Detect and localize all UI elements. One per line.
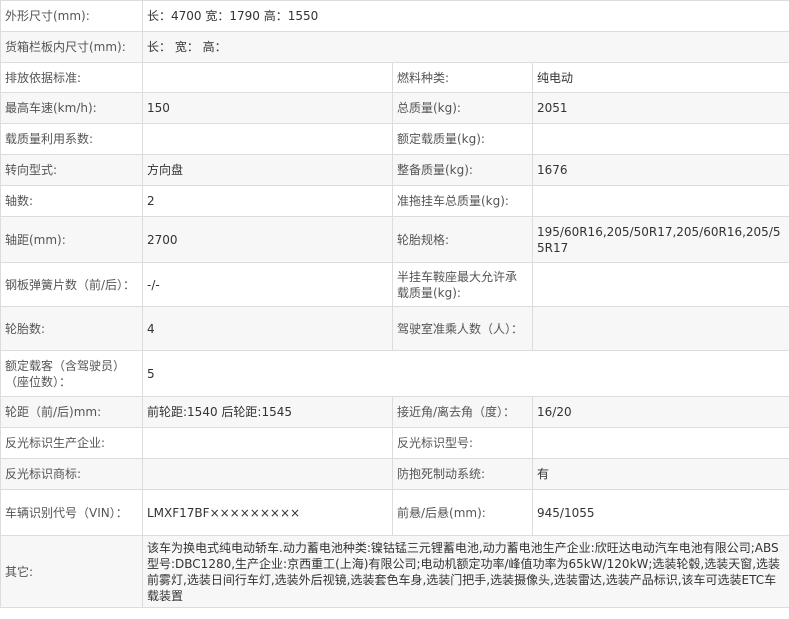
spec-row: 钢板弹簧片数（前/后）： -/- 半挂车鞍座最大允许承载质量(kg): (0, 262, 789, 307)
spec-value: 1676 (531, 154, 789, 186)
spec-value: 195/60R16,205/50R17,205/60R16,205/55R17 (531, 216, 789, 263)
spec-row: 最高车速(km/h): 150 总质量(kg): 2051 (0, 92, 789, 124)
spec-value (531, 306, 789, 351)
spec-label: 轮胎数: (0, 306, 143, 351)
spec-label: 整备质量(kg): (392, 154, 533, 186)
spec-label: 额定载客（含驾驶员）（座位数）： (0, 350, 143, 397)
spec-value (531, 262, 789, 307)
spec-value: 该车为换电式纯电动轿车.动力蓄电池种类:镍钴锰三元锂蓄电池,动力蓄电池生产企业:… (141, 535, 789, 608)
spec-label: 准拖挂车总质量(kg): (392, 185, 533, 217)
spec-label: 反光标识商标: (0, 458, 143, 490)
spec-value: 4 (142, 306, 393, 351)
spec-label: 半挂车鞍座最大允许承载质量(kg): (392, 262, 533, 307)
spec-value (531, 427, 789, 459)
spec-label: 接近角/离去角（度）： (392, 396, 533, 428)
spec-value: 方向盘 (142, 154, 393, 186)
spec-value (531, 123, 789, 155)
spec-value: 有 (531, 458, 789, 490)
spec-label: 载质量利用系数: (0, 123, 143, 155)
spec-value (142, 62, 393, 93)
spec-label: 反光标识型号: (392, 427, 533, 459)
spec-row-cargo-box: 货箱栏板内尺寸(mm): 长： 宽： 高： (0, 31, 789, 63)
spec-label: 额定载质量(kg): (392, 123, 533, 155)
spec-row: 排放依据标准: 燃料种类: 纯电动 (0, 62, 789, 93)
spec-label: 前悬/后悬(mm): (392, 489, 533, 536)
spec-label: 货箱栏板内尺寸(mm): (0, 31, 143, 63)
spec-label: 钢板弹簧片数（前/后）： (0, 262, 143, 307)
spec-value: 纯电动 (531, 62, 789, 93)
spec-row: 轴距(mm): 2700 轮胎规格: 195/60R16,205/50R17,2… (0, 216, 789, 263)
spec-value (142, 427, 393, 459)
spec-value (531, 185, 789, 217)
spec-row: 反光标识商标: 防抱死制动系统: 有 (0, 458, 789, 490)
spec-value: LMXF17BF××××××××× (142, 489, 393, 536)
spec-value: 2 (142, 185, 393, 217)
spec-row-dimensions: 外形尺寸(mm): 长：4700 宽：1790 高：1550 (0, 0, 789, 32)
spec-label: 总质量(kg): (392, 92, 533, 124)
spec-value: 945/1055 (531, 489, 789, 536)
spec-label: 轮距（前/后)mm: (0, 396, 143, 428)
spec-label: 驾驶室准乘人数（人）： (392, 306, 533, 351)
spec-value (142, 458, 393, 490)
spec-value: -/- (142, 262, 393, 307)
spec-label: 轮胎规格: (392, 216, 533, 263)
spec-row: 轮距（前/后)mm: 前轮距:1540 后轮距:1545 接近角/离去角（度）：… (0, 396, 789, 428)
spec-value: 2700 (142, 216, 393, 263)
spec-value: 150 (142, 92, 393, 124)
spec-row-passengers: 额定载客（含驾驶员）（座位数）： 5 (0, 350, 789, 397)
spec-label: 防抱死制动系统: (392, 458, 533, 490)
spec-label: 外形尺寸(mm): (0, 0, 143, 32)
spec-value: 长： 宽： 高： (141, 31, 789, 63)
spec-value: 前轮距:1540 后轮距:1545 (142, 396, 393, 428)
vehicle-spec-table: 外形尺寸(mm): 长：4700 宽：1790 高：1550 货箱栏板内尺寸(m… (0, 0, 789, 608)
spec-row: 载质量利用系数: 额定载质量(kg): (0, 123, 789, 155)
spec-row: 轴数: 2 准拖挂车总质量(kg): (0, 185, 789, 217)
spec-label: 转向型式: (0, 154, 143, 186)
spec-row-vin: 车辆识别代号（VIN）： LMXF17BF××××××××× 前悬/后悬(mm)… (0, 489, 789, 536)
spec-label: 其它: (0, 535, 143, 608)
spec-row-other: 其它: 该车为换电式纯电动轿车.动力蓄电池种类:镍钴锰三元锂蓄电池,动力蓄电池生… (0, 535, 789, 608)
spec-row: 转向型式: 方向盘 整备质量(kg): 1676 (0, 154, 789, 186)
spec-label: 车辆识别代号（VIN）： (0, 489, 143, 536)
spec-value: 2051 (531, 92, 789, 124)
spec-value (142, 123, 393, 155)
spec-label: 排放依据标准: (0, 62, 143, 93)
spec-row: 反光标识生产企业: 反光标识型号: (0, 427, 789, 459)
spec-row: 轮胎数: 4 驾驶室准乘人数（人）： (0, 306, 789, 351)
spec-value: 16/20 (531, 396, 789, 428)
spec-label: 轴数: (0, 185, 143, 217)
spec-label: 反光标识生产企业: (0, 427, 143, 459)
spec-label: 燃料种类: (392, 62, 533, 93)
spec-value: 5 (141, 350, 789, 397)
spec-value: 长：4700 宽：1790 高：1550 (141, 0, 789, 32)
spec-label: 轴距(mm): (0, 216, 143, 263)
spec-label: 最高车速(km/h): (0, 92, 143, 124)
